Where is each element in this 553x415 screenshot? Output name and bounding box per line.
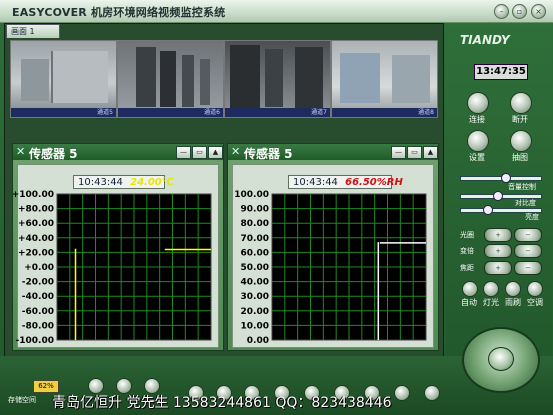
title-bar: EASYCOVER 机房环境网络视频监控系统 – ▫ × (0, 0, 553, 23)
focus-plus-button[interactable]: + (484, 261, 512, 275)
snapshot-button[interactable] (510, 130, 532, 152)
zoom-minus-button[interactable]: − (514, 244, 542, 258)
camera-caption: 通道6 (118, 108, 223, 117)
contrast-label: 对比度 (515, 199, 536, 207)
y-tick-label: 100.00 (234, 190, 269, 200)
zoom-plus-button[interactable]: + (484, 244, 512, 258)
y-tick-label: +0.00 (24, 263, 54, 273)
aircon-toggle[interactable] (527, 281, 543, 297)
connect-label: 连接 (469, 115, 485, 124)
temperature-chart: +100.00 +80.00 +60.00 +40.00 +20.00 +0.00 -20.… (13, 190, 212, 346)
iris-plus-button[interactable]: + (484, 228, 512, 242)
y-tick-label: +40.00 (18, 234, 54, 244)
snapshot-label: 抽图 (512, 153, 528, 162)
y-tick-label: 0.00 (247, 336, 269, 346)
brightness-label: 亮度 (525, 213, 539, 221)
y-tick-label: -40.00 (22, 292, 54, 302)
series-line (74, 248, 77, 340)
sensor-panel-humidity: ✕ 传感器 5 — ▭ ▲ 10:43:44 66.50%RH 100.00 90… (227, 143, 439, 351)
y-tick-label: -20.00 (22, 278, 54, 288)
focus-label: 焦距 (460, 264, 474, 272)
y-tick-label: +100.00 (13, 190, 54, 200)
zoom-label: 变倍 (460, 247, 474, 255)
settings-label: 设置 (469, 153, 485, 162)
y-tick-label: 90.00 (241, 205, 269, 215)
camera-view-3[interactable]: 通道7 (224, 40, 331, 118)
lock-button[interactable] (394, 385, 410, 401)
connect-button[interactable] (467, 92, 489, 114)
camera-view-2[interactable]: 通道6 (117, 40, 224, 118)
restore-icon[interactable]: ▫ (512, 4, 527, 19)
y-tick-label: -60.00 (22, 307, 54, 317)
tab-screen-1[interactable]: 画面 1 (6, 24, 60, 38)
brand-logo: TIANDY (460, 33, 510, 47)
aircon-label: 空调 (527, 298, 543, 307)
joystick-center-icon[interactable] (488, 347, 514, 371)
camera-view-4[interactable]: 通道8 (331, 40, 438, 118)
camera-caption: 通道7 (225, 108, 330, 117)
close-icon[interactable]: × (531, 4, 546, 19)
slider-knob[interactable] (483, 205, 493, 215)
y-tick-label: -100.00 (16, 336, 54, 346)
series-line (377, 242, 380, 340)
storage-label: 存储空间 (8, 396, 36, 404)
light-label: 灯光 (483, 298, 499, 307)
window-title: EASYCOVER 机房环境网络视频监控系统 (12, 6, 226, 19)
y-tick-label: +80.00 (18, 205, 54, 215)
y-tick-label: +20.00 (18, 248, 54, 258)
y-tick-label: 60.00 (241, 248, 269, 258)
y-tick-label: 20.00 (241, 307, 269, 317)
sensor-panel-temperature: ✕ 传感器 5 — ▭ ▲ 10:43:44 24.00℃ +100.00 +80… (12, 143, 224, 351)
y-tick-label: +60.00 (18, 219, 54, 229)
y-tick-label: 30.00 (241, 292, 269, 302)
settings-button[interactable] (467, 130, 489, 152)
y-tick-label: 70.00 (241, 234, 269, 244)
iris-minus-button[interactable]: − (514, 228, 542, 242)
camera-caption: 通道5 (11, 108, 116, 117)
focus-minus-button[interactable]: − (514, 261, 542, 275)
y-tick-label: 10.00 (241, 321, 269, 331)
y-tick-label: -80.00 (22, 321, 54, 331)
volume-slider[interactable] (460, 173, 542, 183)
y-tick-label: 80.00 (241, 219, 269, 229)
auto-label: 自动 (461, 298, 477, 307)
y-tick-label: 40.00 (241, 278, 269, 288)
exit-button[interactable] (424, 385, 440, 401)
volume-label: 音量控制 (508, 183, 536, 191)
wiper-label: 雨刷 (505, 298, 521, 307)
camera-view-1[interactable]: 通道5 (10, 40, 117, 118)
clock-display: 13:47:35 (474, 64, 528, 80)
minimize-icon[interactable]: – (494, 4, 509, 19)
wiper-toggle[interactable] (505, 281, 521, 297)
y-tick-label: 50.00 (241, 263, 269, 273)
humidity-chart: 100.00 90.00 80.00 70.00 60.00 50.00 40.00 30.0… (234, 190, 427, 346)
iris-label: 光圈 (460, 231, 474, 239)
watermark-text: 青岛亿恒升 党先生 13583244861 QQ：823438446 (52, 395, 392, 411)
ptz-joystick[interactable] (462, 327, 540, 393)
disconnect-label: 断开 (512, 115, 528, 124)
disconnect-button[interactable] (510, 92, 532, 114)
auto-toggle[interactable] (462, 281, 478, 297)
light-toggle[interactable] (483, 281, 499, 297)
slider-knob[interactable] (493, 191, 503, 201)
camera-caption: 通道8 (332, 108, 437, 117)
